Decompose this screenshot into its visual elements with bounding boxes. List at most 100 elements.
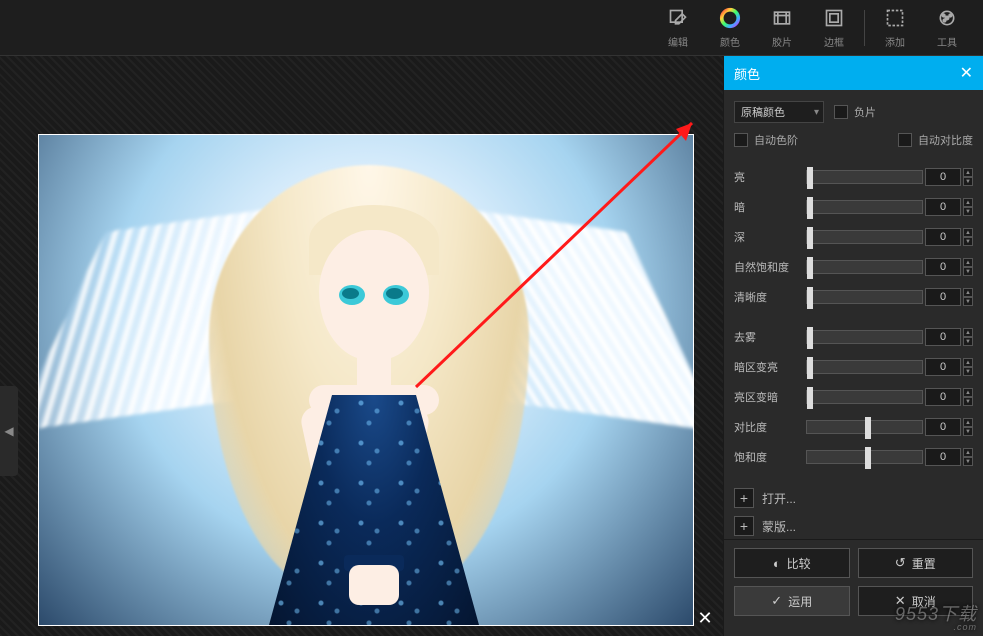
apply-button[interactable]: ✓ 运用 [734, 586, 850, 616]
mask-button[interactable]: + 蒙版... [734, 512, 973, 539]
frame-icon [822, 6, 846, 30]
plus-icon: + [734, 516, 754, 536]
spin-up[interactable]: ▲ [963, 258, 973, 267]
slider-spinner[interactable]: ▲▼ [963, 258, 973, 276]
tool-label: 颜色 [720, 34, 740, 49]
checkbox-box [734, 133, 748, 147]
slider-spinner[interactable]: ▲▼ [963, 288, 973, 306]
tool-edit[interactable]: 编辑 [652, 4, 704, 52]
tool-label: 胶片 [772, 34, 792, 49]
slider-label: 亮区变暗 [734, 389, 806, 405]
slider-value-input[interactable] [925, 358, 961, 376]
plus-icon: + [734, 488, 754, 508]
compare-icon: ◐ [773, 556, 781, 571]
slider-track[interactable] [806, 360, 923, 374]
auto-tone-checkbox[interactable]: 自动色阶 [734, 132, 798, 148]
slider-label: 自然饱和度 [734, 259, 806, 275]
slider-value-input[interactable] [925, 258, 961, 276]
spin-up[interactable]: ▲ [963, 358, 973, 367]
slider-value-input[interactable] [925, 288, 961, 306]
preset-dropdown[interactable]: 原稿颜色 [734, 101, 824, 123]
spin-down[interactable]: ▼ [963, 237, 973, 246]
slider-value-input[interactable] [925, 228, 961, 246]
checkbox-box [898, 133, 912, 147]
spin-up[interactable]: ▲ [963, 448, 973, 457]
spin-down[interactable]: ▼ [963, 457, 973, 466]
add-icon [883, 6, 907, 30]
tool-label: 编辑 [668, 34, 688, 49]
spin-up[interactable]: ▲ [963, 198, 973, 207]
slider-row: 清晰度 ▲▼ [734, 284, 973, 310]
slider-value-input[interactable] [925, 328, 961, 346]
slider-label: 对比度 [734, 419, 806, 435]
spin-up[interactable]: ▲ [963, 168, 973, 177]
slider-track[interactable] [806, 260, 923, 274]
open-preset-button[interactable]: + 打开... [734, 484, 973, 512]
slider-spinner[interactable]: ▲▼ [963, 228, 973, 246]
slider-row: 亮区变暗 ▲▼ [734, 384, 973, 410]
slider-track[interactable] [806, 450, 923, 464]
slider-spinner[interactable]: ▲▼ [963, 198, 973, 216]
slider-label: 清晰度 [734, 289, 806, 305]
tool-add[interactable]: 添加 [869, 4, 921, 52]
slider-spinner[interactable]: ▲▼ [963, 168, 973, 186]
negative-checkbox[interactable]: 负片 [834, 104, 876, 120]
reset-button[interactable]: ↺ 重置 [858, 548, 974, 578]
reset-icon: ↺ [895, 555, 906, 571]
slider-track[interactable] [806, 420, 923, 434]
slider-track[interactable] [806, 390, 923, 404]
spin-up[interactable]: ▲ [963, 388, 973, 397]
slider-row: 对比度 ▲▼ [734, 414, 973, 440]
slider-value-input[interactable] [925, 418, 961, 436]
panel-close-button[interactable]: ✕ [960, 63, 973, 83]
cancel-label: 取消 [912, 593, 936, 610]
spin-down[interactable]: ▼ [963, 177, 973, 186]
tool-tools[interactable]: 工具 [921, 4, 973, 52]
slider-track[interactable] [806, 170, 923, 184]
spin-up[interactable]: ▲ [963, 288, 973, 297]
checkbox-box [834, 105, 848, 119]
slider-spinner[interactable]: ▲▼ [963, 448, 973, 466]
preset-value: 原稿颜色 [741, 104, 785, 120]
slider-track[interactable] [806, 330, 923, 344]
slider-value-input[interactable] [925, 168, 961, 186]
tools-icon [935, 6, 959, 30]
slider-value-input[interactable] [925, 198, 961, 216]
slider-spinner[interactable]: ▲▼ [963, 388, 973, 406]
spin-up[interactable]: ▲ [963, 228, 973, 237]
tool-label: 添加 [885, 34, 905, 49]
close-image-button[interactable]: ✕ [693, 606, 717, 630]
image-preview[interactable] [38, 134, 694, 626]
spin-down[interactable]: ▼ [963, 397, 973, 406]
spin-down[interactable]: ▼ [963, 367, 973, 376]
spin-down[interactable]: ▼ [963, 297, 973, 306]
slider-spinner[interactable]: ▲▼ [963, 328, 973, 346]
prev-image-button[interactable]: ◀ [0, 386, 18, 476]
color-panel: 颜色 ✕ 原稿颜色 负片 自动色阶 自动对比度 亮▲▼暗▲▼深▲▼自然饱和度▲▼… [723, 56, 983, 636]
slider-value-input[interactable] [925, 448, 961, 466]
spin-down[interactable]: ▼ [963, 337, 973, 346]
tool-frame[interactable]: 边框 [808, 4, 860, 52]
spin-down[interactable]: ▼ [963, 207, 973, 216]
slider-track[interactable] [806, 230, 923, 244]
auto-contrast-checkbox[interactable]: 自动对比度 [898, 132, 973, 148]
cancel-button[interactable]: ✕ 取消 [858, 586, 974, 616]
edit-icon [666, 6, 690, 30]
auto-tone-label: 自动色阶 [754, 132, 798, 148]
slider-track[interactable] [806, 200, 923, 214]
slider-track[interactable] [806, 290, 923, 304]
compare-button[interactable]: ◐ 比较 [734, 548, 850, 578]
slider-label: 亮 [734, 169, 806, 185]
spin-down[interactable]: ▼ [963, 427, 973, 436]
spin-up[interactable]: ▲ [963, 328, 973, 337]
slider-spinner[interactable]: ▲▼ [963, 418, 973, 436]
slider-label: 暗区变亮 [734, 359, 806, 375]
spin-up[interactable]: ▲ [963, 418, 973, 427]
toolbar-separator [864, 10, 865, 46]
slider-spinner[interactable]: ▲▼ [963, 358, 973, 376]
tool-color[interactable]: 颜色 [704, 4, 756, 52]
slider-value-input[interactable] [925, 388, 961, 406]
spin-down[interactable]: ▼ [963, 267, 973, 276]
negative-label: 负片 [854, 104, 876, 120]
tool-film[interactable]: 胶片 [756, 4, 808, 52]
